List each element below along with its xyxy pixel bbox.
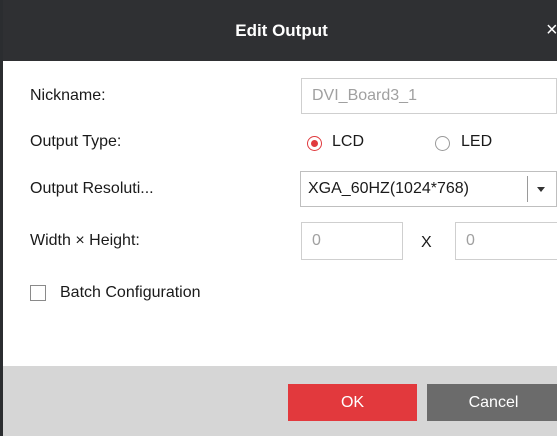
resolution-selected-value: XGA_60HZ(1024*768) <box>308 180 469 197</box>
height-input[interactable] <box>455 222 557 260</box>
chevron-down-icon[interactable] <box>537 187 545 192</box>
radio-led-icon[interactable] <box>435 136 450 151</box>
edit-output-dialog: Edit Output × Nickname: Output Type: LCD… <box>0 0 557 436</box>
dialog-footer: OK Cancel <box>3 366 557 436</box>
size-label: Width × Height: <box>30 232 140 249</box>
cancel-button[interactable]: Cancel <box>427 384 557 421</box>
close-icon[interactable]: × <box>546 18 557 42</box>
nickname-label: Nickname: <box>30 87 106 104</box>
output-type-label: Output Type: <box>30 133 122 150</box>
batch-configuration-label[interactable]: Batch Configuration <box>60 284 201 302</box>
batch-configuration-checkbox[interactable] <box>30 285 46 301</box>
radio-led-label[interactable]: LED <box>461 133 492 151</box>
select-divider <box>527 176 528 202</box>
ok-button[interactable]: OK <box>288 384 417 421</box>
resolution-label: Output Resoluti... <box>30 180 154 197</box>
radio-lcd-icon[interactable] <box>307 136 322 151</box>
radio-lcd-label[interactable]: LCD <box>332 133 364 151</box>
nickname-input[interactable] <box>301 78 557 114</box>
title-bar: Edit Output × <box>3 0 557 61</box>
dialog-title: Edit Output <box>235 21 328 40</box>
size-separator: X <box>421 234 432 251</box>
width-input[interactable] <box>301 222 403 260</box>
resolution-select[interactable]: XGA_60HZ(1024*768) <box>300 171 557 207</box>
